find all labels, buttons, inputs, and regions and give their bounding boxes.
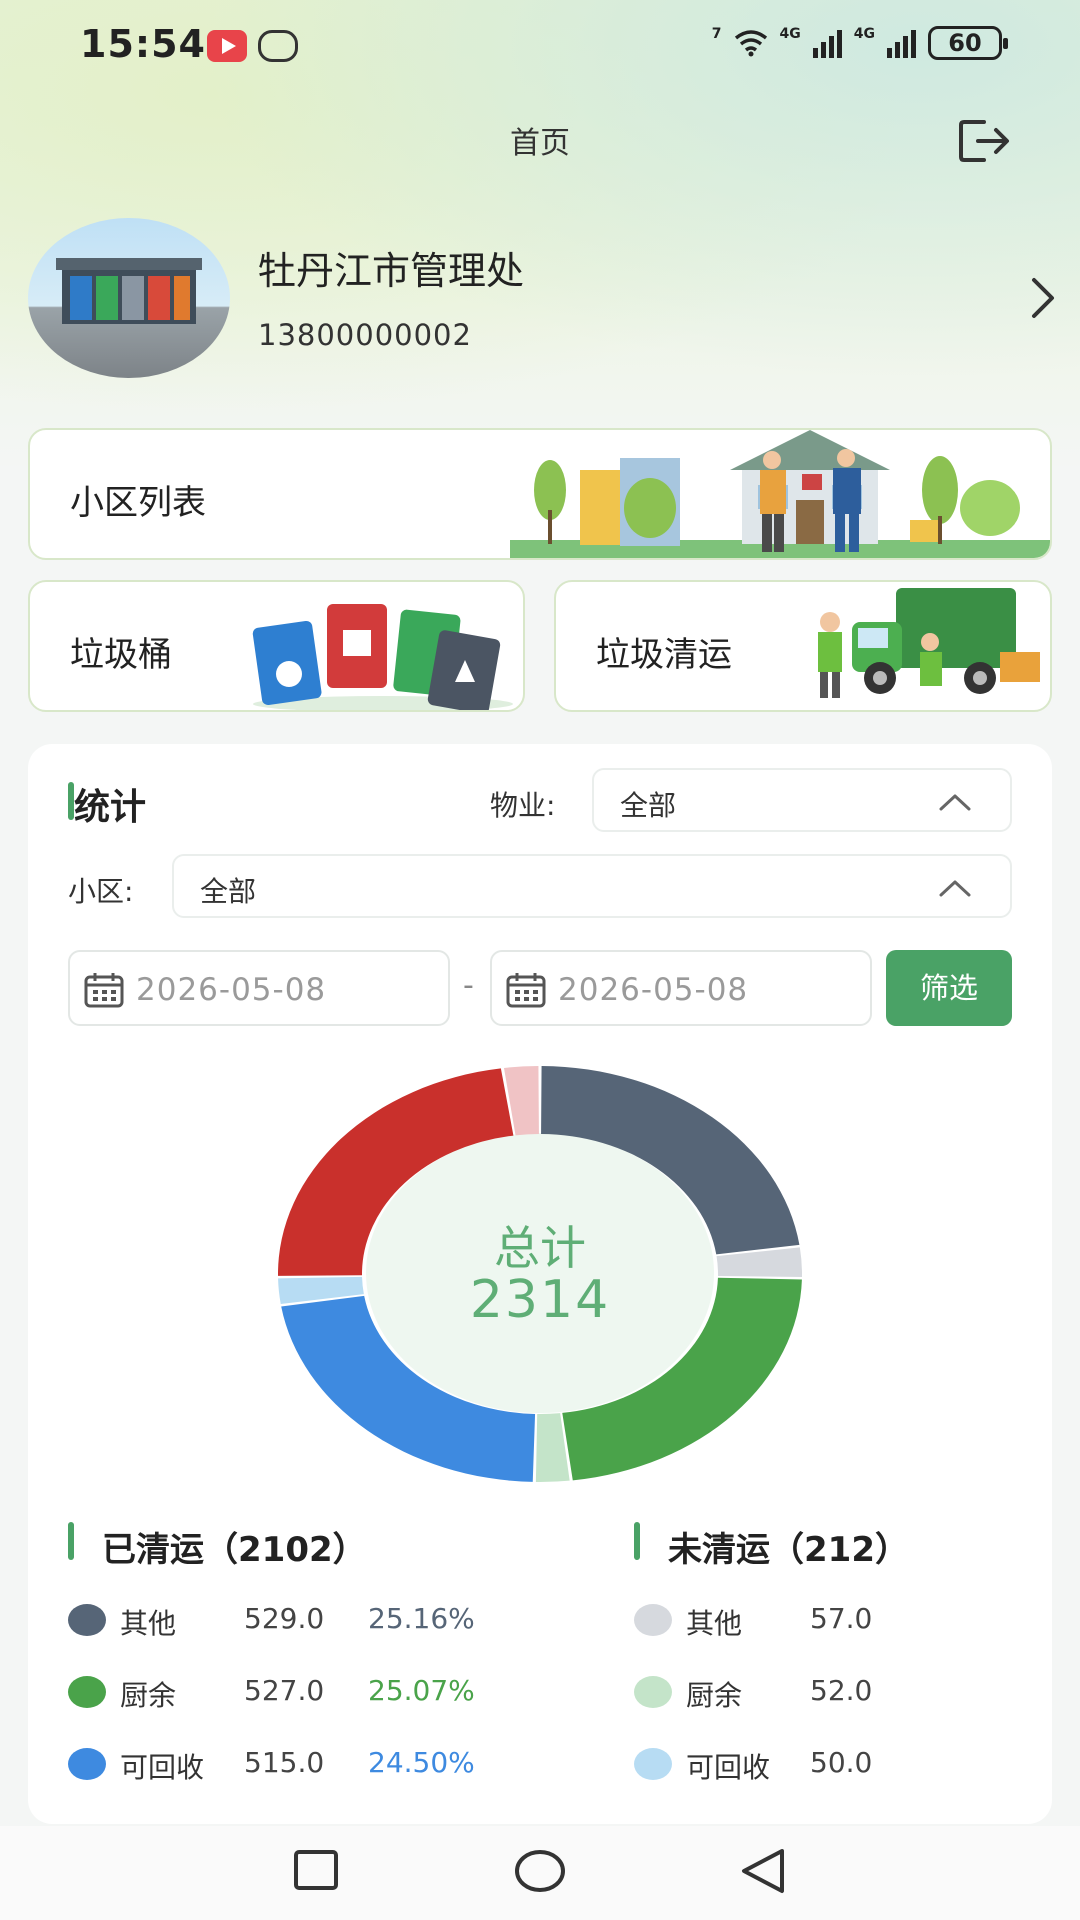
legend-item-percent: 24.50%	[368, 1746, 475, 1779]
statistics-title: 统计	[74, 787, 147, 828]
legend-item-value: 50.0	[810, 1746, 873, 1779]
chevron-right-icon[interactable]	[1024, 272, 1060, 324]
profile-name: 牡丹江市管理处	[258, 249, 525, 293]
donut-total-value: 2314	[469, 1270, 611, 1330]
legend-item: 其他 57.0	[634, 1602, 1034, 1642]
donut-total-title: 总计	[494, 1221, 586, 1275]
avatar	[28, 218, 230, 378]
calendar-icon	[84, 973, 124, 1008]
start-date-picker[interactable]: 2026-05-08	[68, 950, 450, 1026]
signal-icon	[887, 28, 916, 58]
legend-item-value: 515.0	[244, 1746, 325, 1779]
community-illustration	[510, 430, 1050, 558]
legend-item-name: 其他	[686, 1607, 743, 1640]
status-time: 15:54	[80, 22, 206, 66]
garbage-truck-illustration	[818, 588, 1040, 698]
wifi-icon	[734, 30, 767, 57]
property-label: 物业:	[490, 789, 556, 822]
filter-button[interactable]: 筛选	[886, 950, 1012, 1026]
legend-item: 厨余 52.0	[634, 1674, 1034, 1714]
back-icon[interactable]	[734, 1846, 794, 1896]
legend-item: 可回收 515.0 24.50%	[68, 1746, 475, 1786]
legend-item: 其他 529.0 25.16%	[68, 1602, 475, 1642]
section-marker	[634, 1522, 640, 1560]
system-navigation-bar	[0, 1826, 1080, 1920]
legend-item-name: 厨余	[120, 1679, 177, 1712]
recents-icon[interactable]	[286, 1846, 346, 1896]
net-label-2: 4G	[853, 26, 875, 42]
date-separator: -	[463, 968, 474, 1003]
legend-item-value: 529.0	[244, 1602, 325, 1635]
battery-icon: 60	[928, 26, 1008, 60]
legend-item-name: 可回收	[686, 1751, 771, 1784]
legend-color-dot	[634, 1676, 672, 1708]
garbage-transport-card[interactable]: 垃圾清运	[554, 580, 1052, 712]
logout-icon[interactable]	[958, 118, 1012, 164]
community-list-card[interactable]: 小区列表	[28, 428, 1052, 560]
chevron-up-icon	[939, 880, 971, 897]
legend-item-value: 57.0	[810, 1602, 873, 1635]
legend-item-value: 527.0	[244, 1674, 325, 1707]
recycling-station-image	[56, 258, 202, 324]
trash-bin-label: 垃圾桶	[70, 635, 172, 675]
end-date-value: 2026-05-08	[558, 972, 749, 1008]
community-select-value: 全部	[200, 875, 257, 908]
battery-level: 60	[948, 29, 982, 57]
cleared-legend-title: 已清运（2102）	[102, 1530, 367, 1570]
legend-color-dot	[68, 1748, 106, 1780]
property-select-value: 全部	[620, 789, 677, 822]
page-title: 首页	[510, 126, 570, 161]
net-label-1: 4G	[779, 26, 801, 42]
uncleared-legend-title: 未清运（212）	[668, 1530, 909, 1570]
legend-item-percent: 25.16%	[368, 1602, 475, 1635]
community-list-label: 小区列表	[70, 483, 206, 523]
legend-item-name: 可回收	[120, 1751, 205, 1784]
legend-color-dot	[68, 1604, 106, 1636]
legend-item-name: 厨余	[686, 1679, 743, 1712]
property-select[interactable]: 全部	[592, 768, 1012, 832]
signal-icon	[812, 28, 842, 58]
legend-item: 厨余 527.0 25.07%	[68, 1674, 475, 1714]
status-bar: 15:54 7 4G 4G 60	[0, 0, 1080, 92]
community-select[interactable]: 全部	[172, 854, 1012, 918]
section-marker	[68, 1522, 74, 1560]
end-date-picker[interactable]: 2026-05-08	[490, 950, 872, 1026]
legend-color-dot	[68, 1676, 106, 1708]
wifi-badge: 7	[711, 26, 722, 42]
legend-color-dot	[634, 1604, 672, 1636]
garbage-transport-label: 垃圾清运	[596, 635, 732, 675]
status-indicators: 7 4G 4G 60	[711, 26, 1008, 60]
chevron-up-icon	[939, 794, 971, 811]
legend-item-value: 52.0	[810, 1674, 873, 1707]
legend-item-name: 其他	[120, 1607, 177, 1640]
legend-item: 可回收 50.0	[634, 1746, 1034, 1786]
trash-bins-illustration	[252, 604, 513, 710]
start-date-value: 2026-05-08	[136, 972, 327, 1008]
profile-phone: 13800000002	[258, 318, 472, 352]
calendar-icon	[506, 973, 546, 1008]
home-icon[interactable]	[510, 1846, 570, 1896]
legend-item-percent: 25.07%	[368, 1674, 475, 1707]
legend-color-dot	[634, 1748, 672, 1780]
trash-bin-card[interactable]: 垃圾桶	[28, 580, 525, 712]
hand-app-icon	[258, 30, 298, 62]
community-label: 小区:	[68, 875, 134, 908]
video-app-icon	[207, 30, 247, 62]
